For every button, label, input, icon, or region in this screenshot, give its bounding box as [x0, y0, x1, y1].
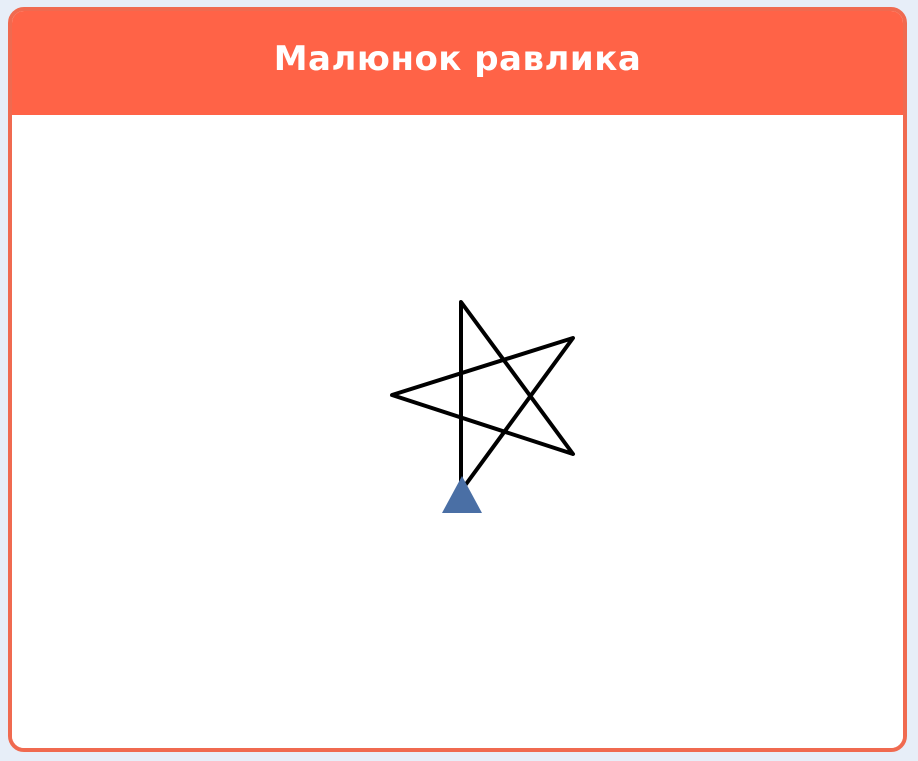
star-trail — [390, 300, 575, 493]
drawing-canvas — [12, 115, 903, 748]
turtle-drawing-panel: Малюнок равлика — [8, 7, 907, 752]
turtle-cursor-icon — [442, 476, 482, 513]
drawing-svg — [390, 300, 575, 513]
